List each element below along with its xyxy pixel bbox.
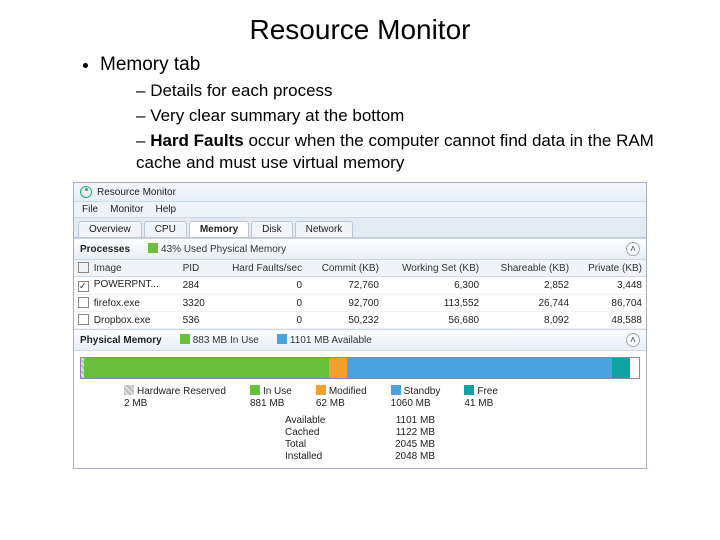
sub-bullet: Very clear summary at the bottom	[136, 105, 690, 127]
col-commit[interactable]: Commit (KB)	[306, 260, 383, 277]
menubar: File Monitor Help	[74, 202, 646, 218]
table-row[interactable]: POWERPNT... 284072,760 6,3002,8523,448	[74, 277, 646, 295]
app-icon	[80, 186, 92, 198]
checkbox-all[interactable]	[78, 262, 89, 273]
col-workingset[interactable]: Working Set (KB)	[383, 260, 483, 277]
seg-free	[612, 358, 630, 378]
seg-standby	[347, 358, 612, 378]
window-title: Resource Monitor	[97, 187, 176, 198]
tab-network[interactable]: Network	[295, 221, 354, 237]
tab-memory[interactable]: Memory	[189, 221, 249, 237]
col-shareable[interactable]: Shareable (KB)	[483, 260, 573, 277]
tab-cpu[interactable]: CPU	[144, 221, 187, 237]
row-checkbox[interactable]	[78, 297, 89, 308]
menu-help[interactable]: Help	[155, 204, 176, 215]
menu-file[interactable]: File	[82, 204, 98, 215]
seg-in-use	[84, 358, 329, 378]
memory-summary: Available1101 MBCached1122 MBTotal2045 M…	[285, 415, 435, 462]
sub-bullet: Details for each process	[136, 80, 690, 102]
processes-table: Image PID Hard Faults/sec Commit (KB) Wo…	[74, 260, 646, 329]
sub-bullet-list: Details for each process Very clear summ…	[136, 80, 690, 174]
bullet-memory-tab: Memory tab	[100, 54, 690, 76]
memory-bar	[80, 357, 640, 379]
tab-strip: Overview CPU Memory Disk Network	[74, 218, 646, 238]
bullet-list: Memory tab Details for each process Very…	[60, 54, 690, 174]
processes-title: Processes	[80, 244, 130, 255]
col-pid[interactable]: PID	[179, 260, 215, 277]
slide-title: Resource Monitor	[30, 14, 690, 46]
tab-disk[interactable]: Disk	[251, 221, 292, 237]
sub-bullet: Hard Faults occur when the computer cann…	[136, 130, 690, 174]
seg-modified	[329, 358, 347, 378]
table-row[interactable]: firefox.exe 3320092,700 113,55226,74486,…	[74, 295, 646, 312]
physmem-header[interactable]: Physical Memory 883 MB In Use 1101 MB Av…	[74, 329, 646, 351]
col-private[interactable]: Private (KB)	[573, 260, 646, 277]
processes-header[interactable]: Processes 43% Used Physical Memory ˄	[74, 238, 646, 260]
tab-overview[interactable]: Overview	[78, 221, 142, 237]
physmem-inuse: 883 MB In Use	[180, 334, 259, 346]
table-row[interactable]: Dropbox.exe 536050,232 56,6808,09248,588	[74, 312, 646, 329]
physmem-available: 1101 MB Available	[277, 334, 372, 346]
row-checkbox[interactable]	[78, 281, 89, 292]
collapse-icon[interactable]: ˄	[626, 333, 640, 347]
titlebar: Resource Monitor	[74, 183, 646, 202]
processes-summary: 43% Used Physical Memory	[148, 243, 286, 255]
physmem-title: Physical Memory	[80, 335, 162, 346]
memory-legend: Hardware Reserved2 MB In Use881 MB Modif…	[74, 385, 646, 413]
row-checkbox[interactable]	[78, 314, 89, 325]
menu-monitor[interactable]: Monitor	[110, 204, 143, 215]
resource-monitor-window: Resource Monitor File Monitor Help Overv…	[73, 182, 647, 469]
collapse-icon[interactable]: ˄	[626, 242, 640, 256]
col-hardfaults[interactable]: Hard Faults/sec	[214, 260, 306, 277]
col-image[interactable]: Image	[74, 260, 179, 277]
